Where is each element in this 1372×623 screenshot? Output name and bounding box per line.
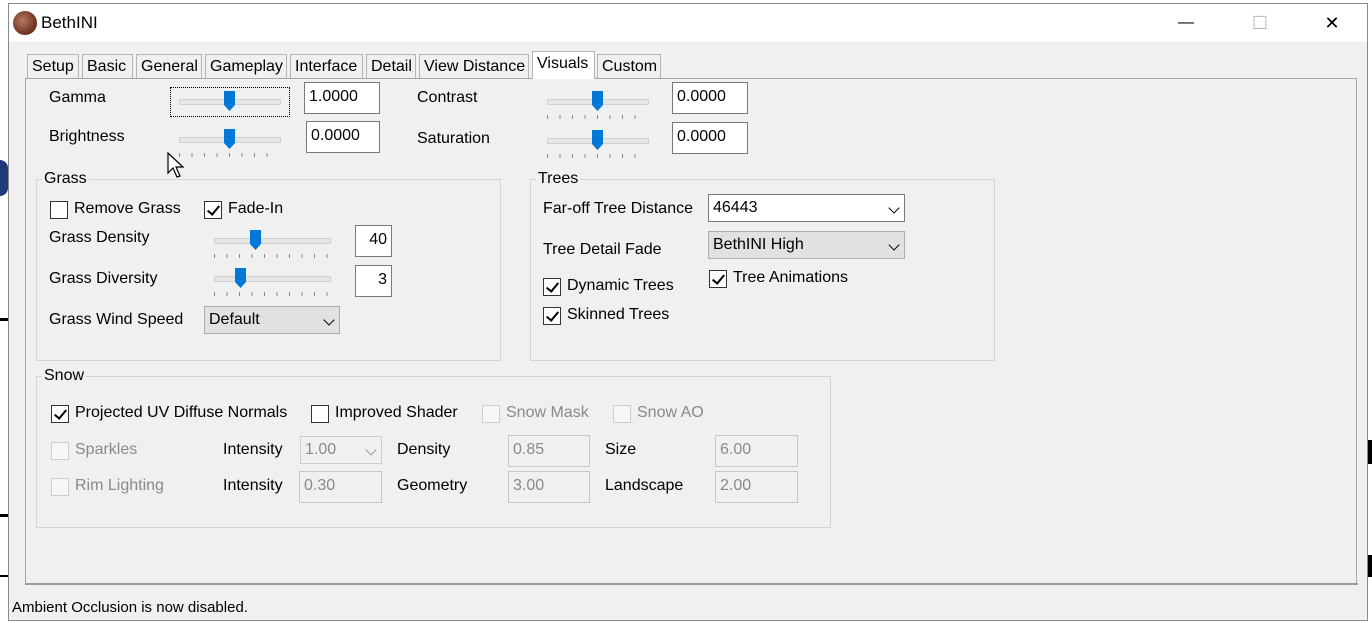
- tab-detail[interactable]: Detail: [366, 54, 416, 78]
- grass-group-title: Grass: [42, 170, 89, 188]
- maximize-icon[interactable]: ☐: [1237, 4, 1283, 42]
- tab-setup[interactable]: Setup: [27, 54, 79, 78]
- close-icon[interactable]: ✕: [1309, 4, 1355, 42]
- slider-thumb[interactable]: [235, 268, 246, 288]
- chevron-down-icon: [888, 202, 900, 214]
- chevron-down-icon: [323, 314, 335, 326]
- grass-diversity-label: Grass Diversity: [49, 270, 158, 287]
- grass-density-slider[interactable]: [214, 227, 331, 263]
- grass-diversity-slider[interactable]: [214, 265, 331, 301]
- slider-thumb[interactable]: [224, 129, 235, 149]
- minimize-icon[interactable]: —: [1163, 4, 1209, 42]
- contrast-label: Contrast: [417, 89, 478, 106]
- tree-detail-fade-dropdown[interactable]: BethINI High: [708, 231, 905, 259]
- brightness-label: Brightness: [49, 128, 125, 145]
- saturation-slider[interactable]: [547, 127, 649, 163]
- far-off-tree-distance-label: Far-off Tree Distance: [543, 200, 693, 217]
- tab-general[interactable]: General: [136, 54, 202, 78]
- landscape-input[interactable]: 2.00: [715, 471, 798, 503]
- chevron-down-icon: [888, 239, 900, 251]
- saturation-input[interactable]: 0.0000: [672, 122, 748, 154]
- grass-wind-speed-label: Grass Wind Speed: [49, 311, 184, 328]
- title-bar: BethINI — ☐ ✕: [9, 4, 1367, 42]
- background-fragment: [0, 545, 8, 577]
- brightness-slider[interactable]: [179, 126, 281, 162]
- tab-visuals[interactable]: Visuals: [532, 51, 595, 79]
- brightness-input[interactable]: 0.0000: [306, 121, 380, 153]
- grass-density-input[interactable]: 40: [355, 225, 392, 257]
- app-icon: [13, 11, 37, 35]
- skinned-trees-checkbox[interactable]: Skinned Trees: [543, 306, 683, 326]
- tab-gameplay[interactable]: Gameplay: [205, 54, 287, 78]
- sparkles-checkbox[interactable]: Sparkles: [51, 441, 171, 461]
- snow-density-input[interactable]: 0.85: [508, 435, 590, 467]
- contrast-input[interactable]: 0.0000: [672, 82, 748, 114]
- rim-intensity-input[interactable]: 0.30: [299, 471, 382, 503]
- dynamic-trees-checkbox[interactable]: Dynamic Trees: [543, 277, 683, 297]
- window-title: BethINI: [41, 13, 98, 32]
- geometry-input[interactable]: 3.00: [508, 471, 590, 503]
- landscape-label: Landscape: [605, 477, 684, 494]
- tab-custom[interactable]: Custom: [597, 54, 661, 78]
- snow-ao-checkbox[interactable]: Snow AO: [613, 404, 713, 424]
- far-off-tree-distance-combobox[interactable]: 46443: [708, 194, 905, 222]
- gamma-slider[interactable]: [179, 88, 281, 124]
- chevron-down-icon: [365, 444, 377, 456]
- remove-grass-checkbox[interactable]: Remove Grass: [50, 200, 190, 220]
- projected-uv-checkbox[interactable]: Projected UV Diffuse Normals: [51, 404, 301, 424]
- gamma-label: Gamma: [49, 89, 106, 106]
- snow-size-input[interactable]: 6.00: [715, 435, 798, 467]
- snow-mask-checkbox[interactable]: Snow Mask: [482, 404, 602, 424]
- status-bar: Ambient Occlusion is now disabled.: [12, 599, 248, 616]
- grass-diversity-input[interactable]: 3: [355, 265, 392, 297]
- fade-in-checkbox[interactable]: Fade-In: [204, 200, 304, 220]
- snow-density-label: Density: [397, 441, 451, 458]
- slider-thumb[interactable]: [592, 91, 603, 111]
- improved-shader-checkbox[interactable]: Improved Shader: [311, 404, 471, 424]
- tree-detail-fade-label: Tree Detail Fade: [543, 241, 662, 258]
- tab-interface[interactable]: Interface: [290, 54, 363, 78]
- rim-intensity-label: Intensity: [223, 477, 283, 494]
- mouse-cursor-icon: [167, 152, 185, 178]
- rim-lighting-checkbox[interactable]: Rim Lighting: [51, 477, 181, 497]
- slider-thumb[interactable]: [224, 91, 235, 111]
- background-fragment: [0, 278, 8, 321]
- sparkles-intensity-combobox[interactable]: 1.00: [300, 436, 382, 464]
- grass-wind-speed-dropdown[interactable]: Default: [204, 306, 340, 334]
- background-fragment: [0, 476, 8, 517]
- slider-thumb[interactable]: [592, 130, 603, 150]
- contrast-slider[interactable]: [547, 88, 649, 124]
- tree-animations-checkbox[interactable]: Tree Animations: [709, 269, 859, 289]
- snow-size-label: Size: [605, 441, 637, 458]
- saturation-label: Saturation: [417, 130, 490, 147]
- gamma-input[interactable]: 1.0000: [304, 82, 380, 114]
- bethini-window: BethINI — ☐ ✕ Setup Basic General Gamepl…: [8, 3, 1368, 621]
- background-fragment: [0, 160, 8, 196]
- panel-divider: [25, 583, 1358, 585]
- trees-group-title: Trees: [536, 170, 581, 188]
- tab-basic[interactable]: Basic: [82, 54, 133, 78]
- sparkles-intensity-label: Intensity: [223, 441, 283, 458]
- grass-density-label: Grass Density: [49, 229, 150, 246]
- geometry-label: Geometry: [397, 477, 468, 494]
- tab-view-distance[interactable]: View Distance: [419, 54, 529, 78]
- snow-group-title: Snow: [42, 367, 87, 385]
- slider-thumb[interactable]: [250, 230, 261, 250]
